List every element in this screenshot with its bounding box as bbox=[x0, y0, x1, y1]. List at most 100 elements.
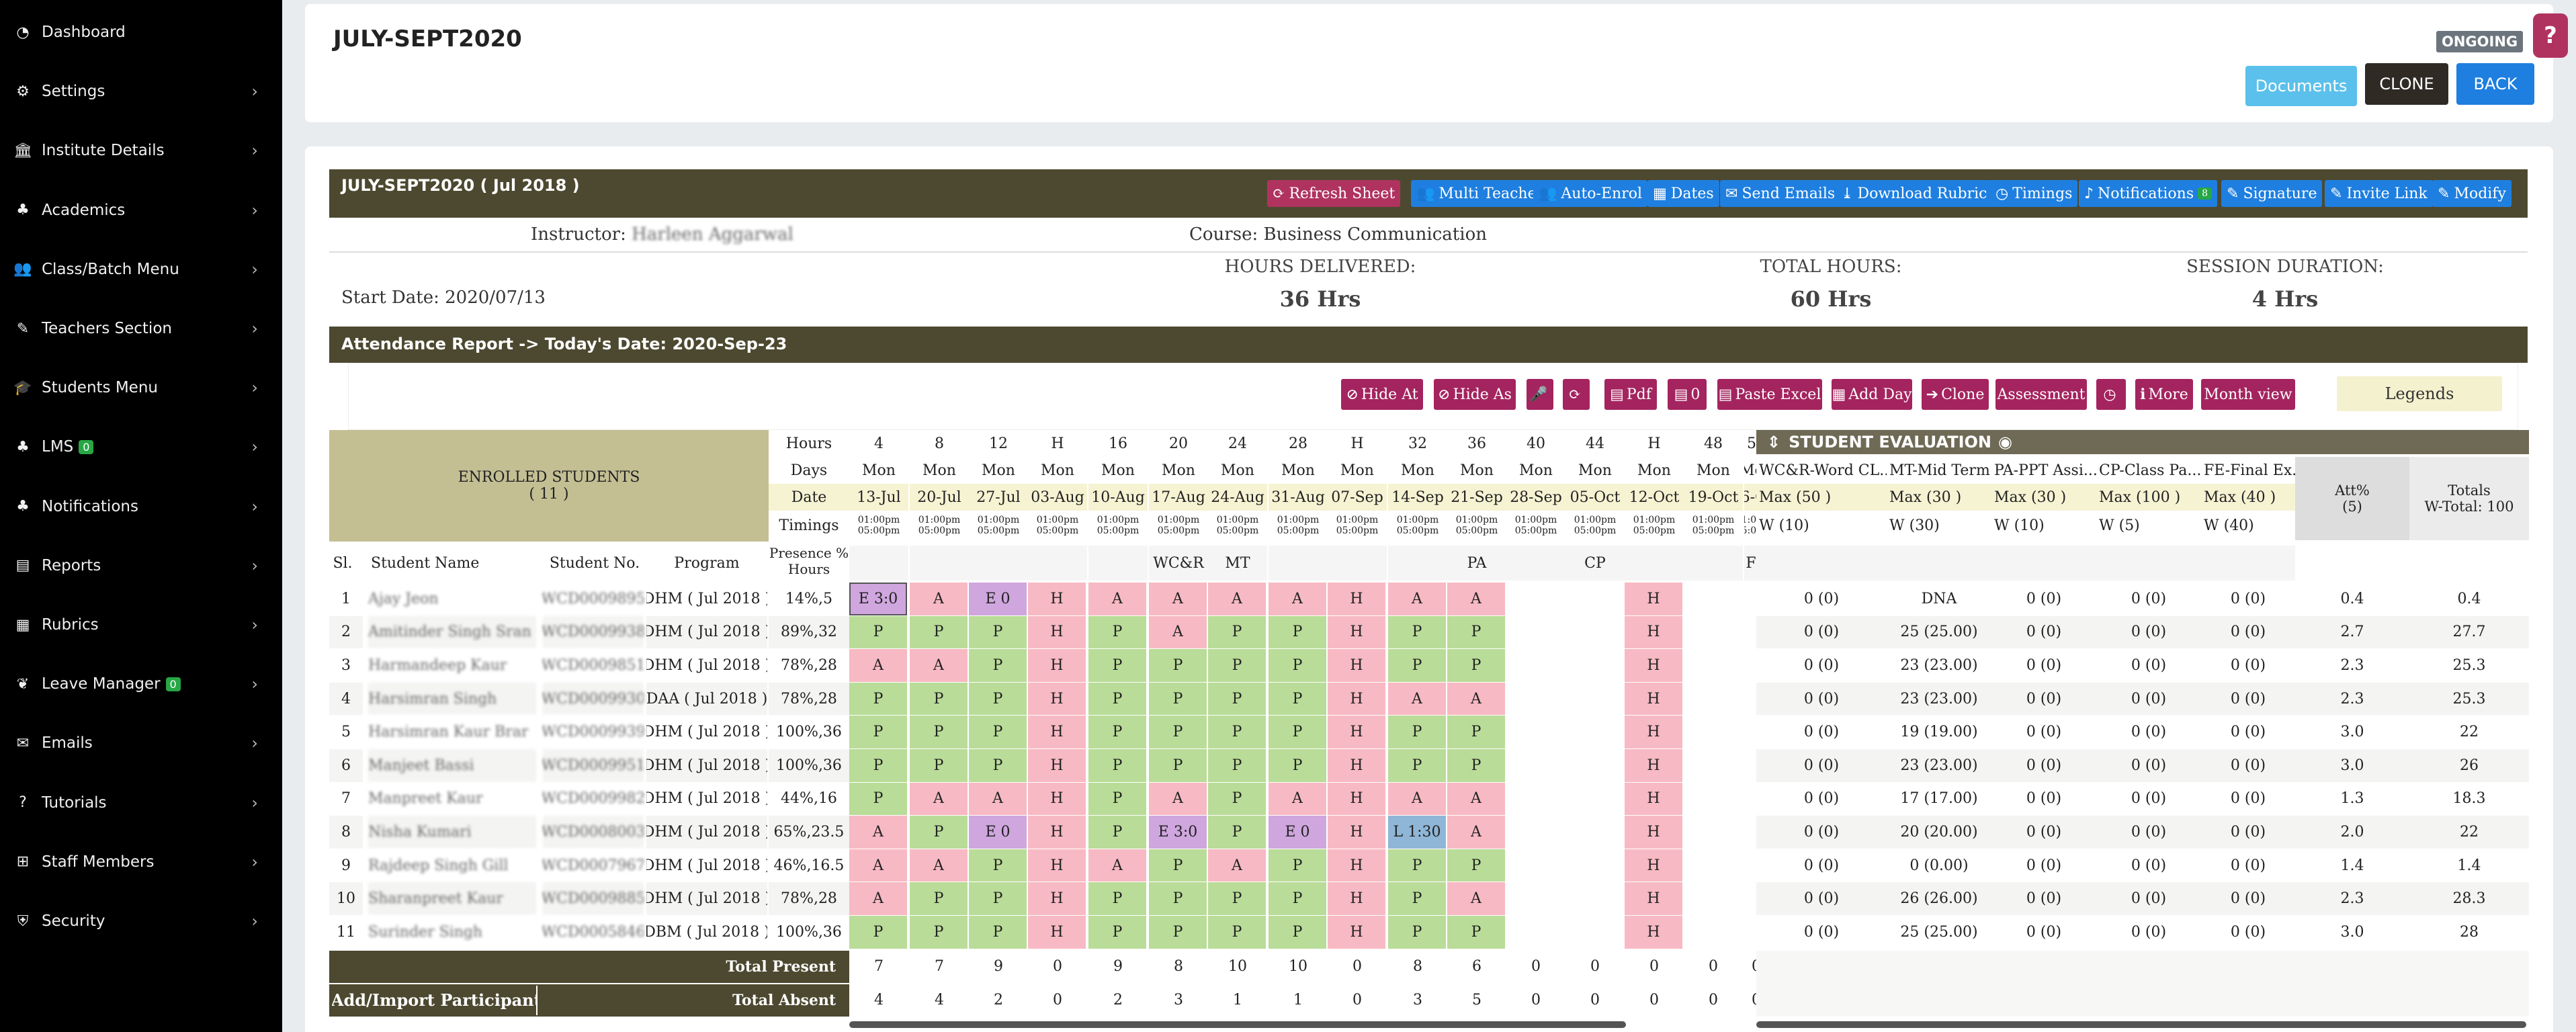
attendance-cell[interactable]: P bbox=[1269, 882, 1326, 915]
sidebar-item-reports[interactable]: ▤ Reports › bbox=[0, 539, 282, 593]
attendance-cell[interactable]: P bbox=[1088, 782, 1146, 816]
attendance-cell[interactable]: P bbox=[1088, 916, 1146, 949]
attendance-cell[interactable]: L 1:30 bbox=[1388, 816, 1446, 849]
attendance-cell[interactable]: P bbox=[849, 916, 907, 949]
attendance-cell[interactable]: H bbox=[1328, 615, 1385, 649]
attendance-cell[interactable] bbox=[1565, 782, 1623, 816]
assessment-button[interactable]: Assessment bbox=[1995, 379, 2087, 410]
attendance-cell[interactable]: A bbox=[1388, 782, 1446, 816]
attendance-cell[interactable]: H bbox=[1028, 816, 1086, 849]
notifications-button[interactable]: ♪ Notifications 8 bbox=[2079, 180, 2218, 207]
attendance-cell[interactable]: A bbox=[910, 649, 968, 682]
attendance-cell[interactable] bbox=[1506, 749, 1564, 782]
attendance-cell[interactable]: P bbox=[1149, 849, 1207, 882]
attendance-cell[interactable]: H bbox=[1625, 782, 1682, 816]
modify-button[interactable]: ✎ Modify bbox=[2432, 180, 2511, 207]
attendance-cell[interactable]: H bbox=[1028, 782, 1086, 816]
attendance-cell[interactable]: P bbox=[910, 749, 968, 782]
attendance-cell[interactable]: P bbox=[849, 716, 907, 748]
download-rubric-button[interactable]: ⤓ Download Rubric bbox=[1836, 180, 1993, 207]
attendance-cell[interactable]: P bbox=[1447, 649, 1505, 682]
attendance-cell[interactable]: P bbox=[910, 682, 968, 716]
attendance-cell[interactable]: H bbox=[1028, 649, 1086, 682]
sidebar-item-rubrics[interactable]: ▦ Rubrics › bbox=[0, 598, 282, 652]
attendance-cell[interactable]: A bbox=[1388, 583, 1446, 615]
attendance-cell[interactable] bbox=[1565, 615, 1623, 649]
attendance-cell[interactable]: P bbox=[1149, 682, 1207, 716]
attendance-cell[interactable] bbox=[1684, 649, 1742, 682]
clone-button[interactable]: ➔ Clone bbox=[1922, 379, 1989, 410]
attendance-cell[interactable]: H bbox=[1028, 849, 1086, 882]
attendance-cell[interactable]: A bbox=[910, 782, 968, 816]
microphone-button[interactable]: 🎤 bbox=[1527, 379, 1553, 410]
timings-button[interactable]: ◷ Timings bbox=[1990, 180, 2078, 207]
attendance-cell[interactable]: P bbox=[1447, 716, 1505, 748]
attendance-cell[interactable]: P bbox=[849, 682, 907, 716]
attendance-cell[interactable]: P bbox=[1088, 816, 1146, 849]
sidebar-item-lms[interactable]: ♣ LMS 0 › bbox=[0, 420, 282, 474]
attendance-cell[interactable]: H bbox=[1625, 849, 1682, 882]
attendance-cell[interactable]: P bbox=[969, 682, 1027, 716]
attendance-cell[interactable]: A bbox=[1088, 583, 1146, 615]
attendance-cell[interactable]: P bbox=[1088, 882, 1146, 915]
attendance-cell[interactable]: P bbox=[1447, 849, 1505, 882]
refresh-button[interactable]: ⟳ bbox=[1563, 379, 1590, 410]
attendance-cell[interactable] bbox=[1684, 682, 1742, 716]
hide-at-button[interactable]: ⊘ Hide At bbox=[1341, 379, 1423, 410]
attendance-cell[interactable]: E 0 bbox=[969, 583, 1027, 615]
attendance-cell[interactable] bbox=[1565, 916, 1623, 949]
attendance-cell[interactable]: P bbox=[969, 716, 1027, 748]
auto-enrol-button[interactable]: 👥 Auto-Enrol bbox=[1533, 180, 1648, 207]
eye-icon[interactable]: ◉ bbox=[1998, 433, 2012, 452]
attendance-cell[interactable] bbox=[1506, 615, 1564, 649]
attendance-cell[interactable]: H bbox=[1328, 916, 1385, 949]
add-day-button[interactable]: ▦ Add Day bbox=[1832, 379, 1912, 410]
attendance-cell[interactable]: P bbox=[1447, 749, 1505, 782]
attendance-cell[interactable]: P bbox=[910, 816, 968, 849]
attendance-cell[interactable]: A bbox=[849, 649, 907, 682]
attendance-cell[interactable] bbox=[1684, 716, 1742, 748]
attendance-cell[interactable]: P bbox=[1388, 649, 1446, 682]
clock-button[interactable]: ◷ bbox=[2096, 379, 2126, 410]
attendance-cell[interactable]: H bbox=[1328, 583, 1385, 615]
attendance-cell[interactable]: P bbox=[849, 782, 907, 816]
attendance-cell[interactable]: A bbox=[910, 849, 968, 882]
attendance-cell[interactable] bbox=[1565, 583, 1623, 615]
attendance-cell[interactable]: P bbox=[1088, 749, 1146, 782]
attendance-cell[interactable] bbox=[1684, 882, 1742, 915]
attendance-cell[interactable]: P bbox=[1208, 816, 1266, 849]
attendance-cell[interactable] bbox=[1684, 583, 1742, 615]
hide-as-button[interactable]: ⊘ Hide As bbox=[1434, 379, 1516, 410]
attendance-cell[interactable]: H bbox=[1028, 583, 1086, 615]
attendance-cell[interactable] bbox=[1506, 682, 1564, 716]
attendance-cell[interactable]: P bbox=[1149, 749, 1207, 782]
attendance-cell[interactable]: H bbox=[1328, 682, 1385, 716]
attendance-cell[interactable]: H bbox=[1625, 882, 1682, 915]
attendance-cell[interactable]: P bbox=[969, 615, 1027, 649]
attendance-cell[interactable]: P bbox=[969, 849, 1027, 882]
attendance-cell[interactable]: A bbox=[1149, 782, 1207, 816]
add-participants-button[interactable]: +Add/Import Participants bbox=[332, 985, 538, 1015]
attendance-cell[interactable]: E 3:0 bbox=[1149, 816, 1207, 849]
attendance-cell[interactable]: H bbox=[1625, 615, 1682, 649]
attendance-cell[interactable] bbox=[1684, 816, 1742, 849]
attendance-cell[interactable]: P bbox=[1388, 615, 1446, 649]
clone-button[interactable]: CLONE bbox=[2365, 63, 2448, 105]
attendance-cell[interactable]: P bbox=[1149, 649, 1207, 682]
attendance-cell[interactable]: H bbox=[1328, 749, 1385, 782]
attendance-cell[interactable]: H bbox=[1028, 916, 1086, 949]
attendance-cell[interactable]: P bbox=[969, 749, 1027, 782]
attendance-cell[interactable]: P bbox=[849, 749, 907, 782]
attendance-cell[interactable]: A bbox=[1208, 849, 1266, 882]
attendance-cell[interactable]: P bbox=[969, 916, 1027, 949]
sidebar-item-class-batch-menu[interactable]: 👥 Class/Batch Menu › bbox=[0, 243, 282, 296]
month-view-button[interactable]: Month view bbox=[2201, 379, 2295, 410]
paste-excel-button[interactable]: ▤ Paste Excel bbox=[1717, 379, 1822, 410]
attendance-cell[interactable]: P bbox=[969, 882, 1027, 915]
attendance-cell[interactable]: A bbox=[1088, 849, 1146, 882]
attendance-cell[interactable] bbox=[1506, 849, 1564, 882]
attendance-cell[interactable] bbox=[1565, 749, 1623, 782]
attendance-cell[interactable]: P bbox=[910, 716, 968, 748]
attendance-cell[interactable]: P bbox=[1208, 682, 1266, 716]
attendance-cell[interactable]: A bbox=[1269, 583, 1326, 615]
